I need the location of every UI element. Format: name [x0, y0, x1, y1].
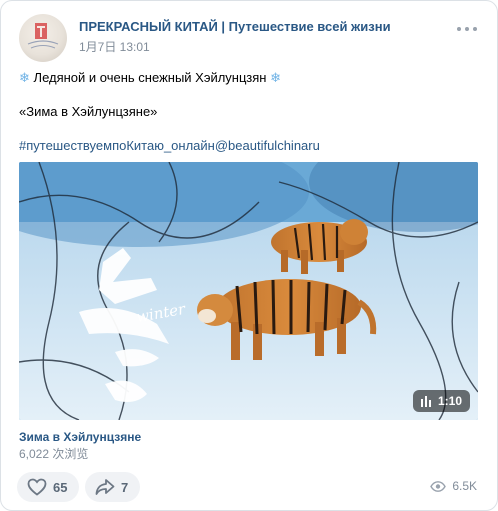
- eye-icon: [430, 480, 447, 492]
- video-views: 6,022 次浏览: [19, 447, 89, 461]
- more-dots-icon[interactable]: [455, 17, 479, 41]
- video-thumbnail: [19, 162, 478, 420]
- post-text-line-2: «Зима в Хэйлунцзяне»: [19, 104, 158, 119]
- share-count: 7: [121, 479, 129, 495]
- community-avatar[interactable]: [19, 14, 67, 62]
- video-duration-badge: 1:10: [412, 390, 470, 412]
- video-player[interactable]: 冬 winter 1:10: [19, 162, 478, 420]
- post-views: 6.5K: [430, 479, 477, 493]
- share-button[interactable]: 7: [85, 472, 141, 502]
- community-name[interactable]: ПРЕКРАСНЫЙ КИТАЙ | Путешествие всей жизн…: [79, 19, 391, 34]
- like-button[interactable]: 65: [17, 472, 80, 502]
- video-duration: 1:10: [437, 394, 462, 408]
- post-hashtag-link[interactable]: #путешествуемпоКитаю_онлайн@beautifulchi…: [19, 137, 320, 154]
- avatar-logo: [27, 23, 59, 49]
- snowflake-icon: ❄: [19, 70, 30, 85]
- post-text-headline: Ледяной и очень снежный Хэйлунцзян: [33, 70, 267, 85]
- clip-icon: [420, 395, 431, 407]
- post-text-line-1: ❄ Ледяной и очень снежный Хэйлунцзян ❄: [19, 69, 281, 86]
- heart-icon: [27, 478, 47, 496]
- like-count: 65: [53, 479, 68, 495]
- share-arrow-icon: [95, 479, 115, 495]
- post-date[interactable]: 1月7日 13:01: [79, 38, 150, 55]
- snowflake-icon: ❄: [270, 70, 281, 85]
- video-title-link[interactable]: Зима в Хэйлунцзяне: [19, 430, 141, 444]
- post-card: ПРЕКРАСНЫЙ КИТАЙ | Путешествие всей жизн…: [0, 0, 498, 511]
- post-views-count: 6.5K: [452, 479, 477, 493]
